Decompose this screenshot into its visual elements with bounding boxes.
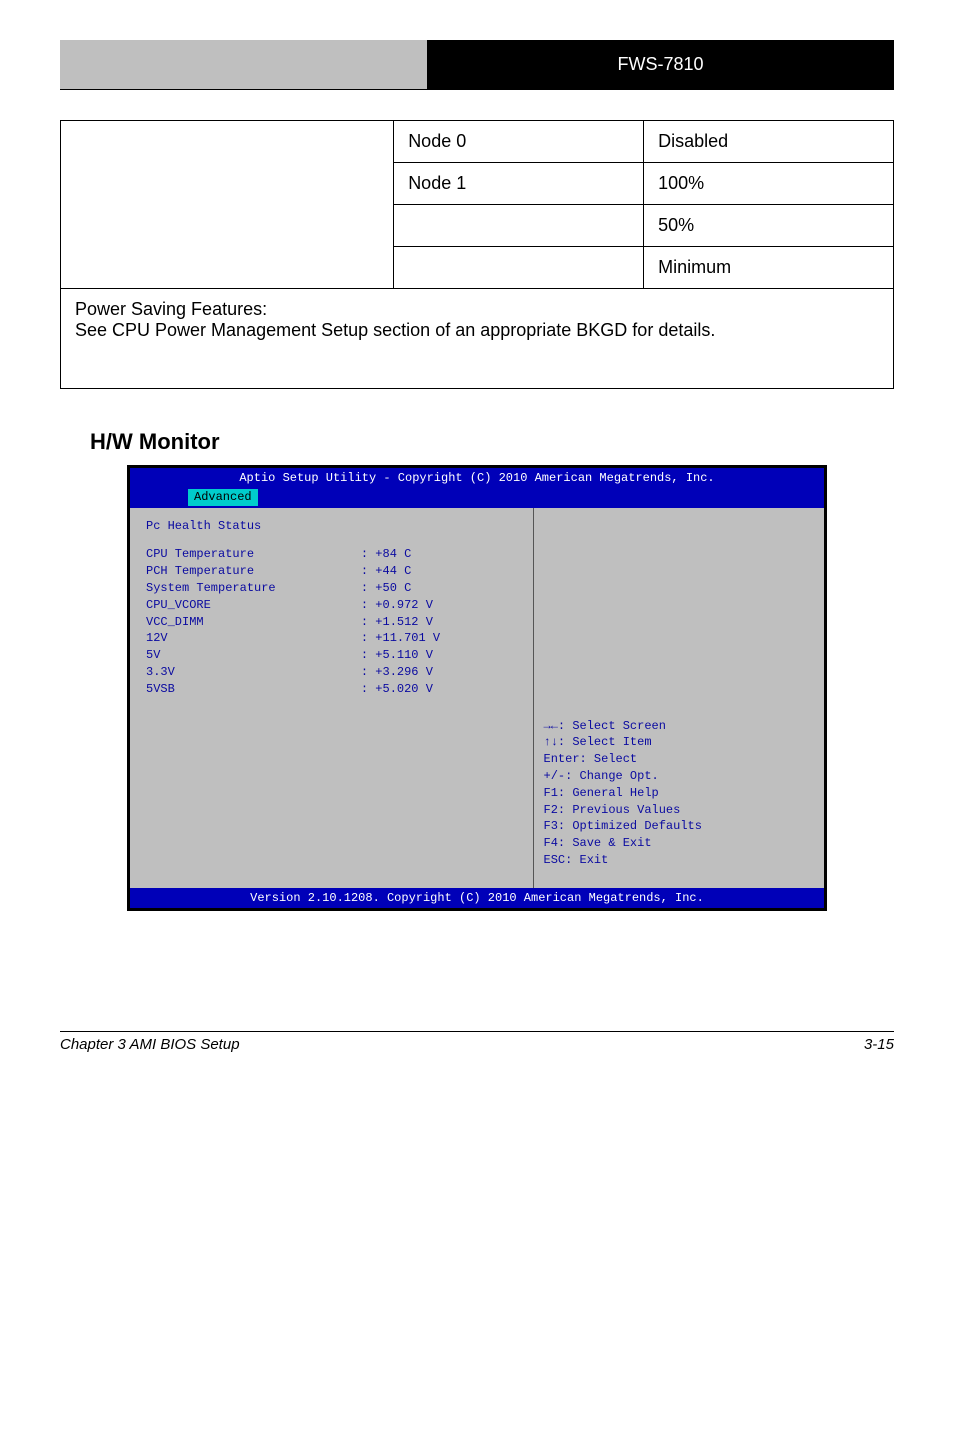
bios-screenshot: Aptio Setup Utility - Copyright (C) 2010… <box>127 465 827 911</box>
bios-version-bar: Version 2.10.1208. Copyright (C) 2010 Am… <box>130 888 824 909</box>
table-cell: Node 0 <box>394 121 644 163</box>
stat-row: 5V: +5.110 V <box>146 647 517 664</box>
stat-row: 12V: +11.701 V <box>146 630 517 647</box>
stat-label: 5VSB <box>146 681 361 698</box>
stat-row: System Temperature: +50 C <box>146 580 517 597</box>
power-saving-table: Node 0 Disabled Node 1 100% 50% Minimum … <box>60 120 894 389</box>
stat-label: VCC_DIMM <box>146 614 361 631</box>
header-right-panel: FWS-7810 <box>427 40 894 89</box>
help-line: F2: Previous Values <box>544 802 702 819</box>
stat-value: : +3.296 V <box>361 664 517 681</box>
help-line: ↑↓: Select Item <box>544 734 702 751</box>
stat-row: CPU Temperature: +84 C <box>146 546 517 563</box>
bios-left-panel[interactable]: Pc Health Status CPU Temperature: +84 C … <box>130 508 533 888</box>
stat-value: : +84 C <box>361 546 517 563</box>
stat-value: : +5.110 V <box>361 647 517 664</box>
stat-value: : +44 C <box>361 563 517 580</box>
page-footer: Chapter 3 AMI BIOS Setup 3-15 <box>60 1031 894 1053</box>
stat-row: 5VSB: +5.020 V <box>146 681 517 698</box>
table-cell <box>394 247 644 289</box>
table-cell: Disabled <box>644 121 894 163</box>
bios-topbar: Aptio Setup Utility - Copyright (C) 2010… <box>130 468 824 508</box>
section-heading: H/W Monitor <box>90 429 894 455</box>
stat-value: : +0.972 V <box>361 597 517 614</box>
product-model: FWS-7810 <box>617 54 703 75</box>
table-cell: 100% <box>644 163 894 205</box>
page-header: FWS-7810 <box>60 40 894 90</box>
table-cell: Node 1 <box>394 163 644 205</box>
desc-body: See CPU Power Management Setup section o… <box>75 320 715 340</box>
table-cell <box>394 205 644 247</box>
stat-row: 3.3V: +3.296 V <box>146 664 517 681</box>
help-line: →←: Select Screen <box>544 718 702 735</box>
stat-row: VCC_DIMM: +1.512 V <box>146 614 517 631</box>
stat-row: CPU_VCORE: +0.972 V <box>146 597 517 614</box>
header-left-panel <box>60 40 427 89</box>
stat-value: : +50 C <box>361 580 517 597</box>
table-left-empty <box>61 121 394 289</box>
help-block: →←: Select Screen ↑↓: Select Item Enter:… <box>544 718 702 869</box>
stat-label: PCH Temperature <box>146 563 361 580</box>
stat-label: 3.3V <box>146 664 361 681</box>
stat-label: CPU_VCORE <box>146 597 361 614</box>
footer-right: 3-15 <box>864 1036 894 1053</box>
table-description: Power Saving Features: See CPU Power Man… <box>61 289 894 389</box>
bios-tab-advanced[interactable]: Advanced <box>188 489 258 506</box>
table-cell: Minimum <box>644 247 894 289</box>
stat-label: System Temperature <box>146 580 361 597</box>
table-cell: 50% <box>644 205 894 247</box>
footer-left: Chapter 3 AMI BIOS Setup <box>60 1036 240 1053</box>
stat-row: PCH Temperature: +44 C <box>146 563 517 580</box>
help-line: +/-: Change Opt. <box>544 768 702 785</box>
bios-util-title: Aptio Setup Utility - Copyright (C) 2010… <box>138 470 816 487</box>
help-line: F3: Optimized Defaults <box>544 818 702 835</box>
stat-value: : +5.020 V <box>361 681 517 698</box>
help-line: F1: General Help <box>544 785 702 802</box>
help-line: F4: Save & Exit <box>544 835 702 852</box>
stat-label: 5V <box>146 647 361 664</box>
stat-value: : +11.701 V <box>361 630 517 647</box>
pc-health-title: Pc Health Status <box>146 518 517 535</box>
bios-body: Pc Health Status CPU Temperature: +84 C … <box>130 508 824 888</box>
stat-label: 12V <box>146 630 361 647</box>
bios-help-panel: →←: Select Screen ↑↓: Select Item Enter:… <box>533 508 824 888</box>
desc-title: Power Saving Features: <box>75 299 267 319</box>
stat-value: : +1.512 V <box>361 614 517 631</box>
help-line: Enter: Select <box>544 751 702 768</box>
help-line: ESC: Exit <box>544 852 702 869</box>
stat-label: CPU Temperature <box>146 546 361 563</box>
